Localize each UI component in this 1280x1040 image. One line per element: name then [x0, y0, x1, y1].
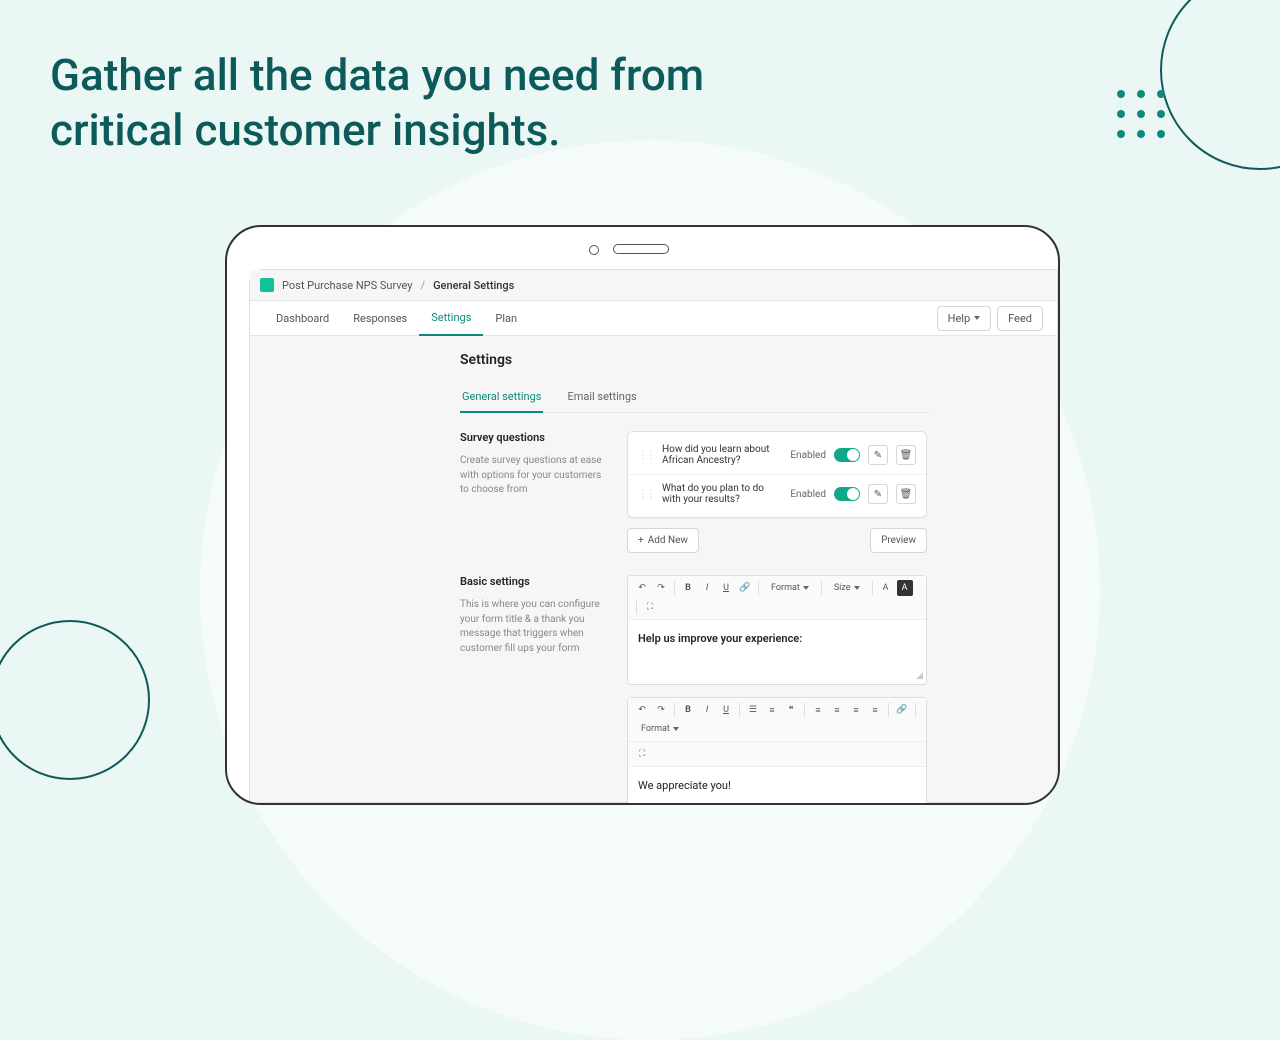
form-title-input[interactable]: Help us improve your experience: — [628, 620, 926, 671]
camera-icon — [589, 245, 599, 255]
format-select[interactable]: Format — [764, 580, 816, 596]
trash-icon: 🗑 — [900, 450, 913, 461]
plus-icon: + — [638, 535, 644, 546]
italic-icon[interactable]: I — [699, 702, 715, 718]
form-title-editor[interactable]: ↶ ↷ B I U 🔗 Format Size A — [627, 575, 927, 685]
bold-icon[interactable]: B — [680, 580, 696, 596]
expand-icon[interactable]: ⛶ — [642, 599, 658, 615]
drag-handle-icon[interactable]: ⋮⋮ — [638, 450, 654, 461]
trash-icon: 🗑 — [900, 489, 913, 500]
enable-toggle[interactable] — [834, 448, 860, 462]
align-left-icon[interactable]: ≡ — [810, 702, 826, 718]
settings-content: Settings General settings Email settings… — [250, 336, 1057, 805]
bold-icon[interactable]: B — [680, 702, 696, 718]
tab-settings[interactable]: Settings — [419, 301, 483, 336]
basic-settings-title: Basic settings — [460, 575, 605, 588]
survey-questions-title: Survey questions — [460, 431, 605, 444]
edit-button[interactable]: ✎ — [868, 445, 888, 465]
redo-icon[interactable]: ↷ — [653, 702, 669, 718]
question-status: Enabled — [790, 489, 826, 500]
breadcrumb: Post Purchase NPS Survey / General Setti… — [250, 270, 1057, 301]
speaker-icon — [613, 244, 669, 254]
delete-button[interactable]: 🗑 — [896, 445, 916, 465]
pencil-icon: ✎ — [874, 489, 882, 500]
question-row: ⋮⋮ What do you plan to do with your resu… — [628, 474, 926, 513]
decorative-arc-bottom-left — [0, 620, 150, 780]
survey-questions-desc: Create survey questions at ease with opt… — [460, 454, 605, 498]
pencil-icon: ✎ — [874, 450, 882, 461]
align-justify-icon[interactable]: ≡ — [867, 702, 883, 718]
breadcrumb-app[interactable]: Post Purchase NPS Survey — [282, 279, 413, 292]
add-new-button[interactable]: + Add New — [627, 528, 699, 553]
text-color-icon[interactable]: A — [878, 580, 894, 596]
page-title: Settings — [460, 352, 1057, 368]
drag-handle-icon[interactable]: ⋮⋮ — [638, 489, 654, 500]
bg-color-icon[interactable]: A — [897, 580, 913, 596]
thankyou-editor[interactable]: ↶ ↷ B I U ☰ ≡ ❝ ≡ ≡ — [627, 697, 927, 805]
tab-responses[interactable]: Responses — [341, 302, 419, 335]
basic-settings-desc: This is where you can configure your for… — [460, 598, 605, 656]
main-tabs: Dashboard Responses Settings Plan Help F… — [250, 301, 1057, 336]
editor-toolbar: ↶ ↷ B I U 🔗 Format Size A — [628, 576, 926, 620]
preview-button[interactable]: Preview — [870, 528, 927, 553]
align-center-icon[interactable]: ≡ — [829, 702, 845, 718]
decorative-dots — [1117, 90, 1165, 138]
question-list: ⋮⋮ How did you learn about African Ances… — [627, 431, 927, 518]
ordered-list-icon[interactable]: ☰ — [745, 702, 761, 718]
align-right-icon[interactable]: ≡ — [848, 702, 864, 718]
resize-grip-icon[interactable]: ◢ — [628, 671, 926, 684]
link-icon[interactable]: 🔗 — [737, 580, 753, 596]
unordered-list-icon[interactable]: ≡ — [764, 702, 780, 718]
breadcrumb-current: General Settings — [433, 279, 514, 292]
expand-icon[interactable]: ⛶ — [634, 746, 650, 762]
device-frame: Post Purchase NPS Survey / General Setti… — [225, 225, 1060, 805]
marketing-headline: Gather all the data you need fromcritica… — [50, 48, 704, 158]
tab-plan[interactable]: Plan — [483, 302, 529, 335]
survey-questions-section: Survey questions Create survey questions… — [460, 431, 1057, 553]
help-label: Help — [948, 312, 971, 325]
tab-dashboard[interactable]: Dashboard — [264, 302, 341, 335]
decorative-arc-top-right — [1160, 0, 1280, 170]
subtab-general[interactable]: General settings — [460, 382, 543, 413]
underline-icon[interactable]: U — [718, 580, 734, 596]
question-status: Enabled — [790, 450, 826, 461]
question-text: What do you plan to do with your results… — [662, 483, 782, 505]
app-window: Post Purchase NPS Survey / General Setti… — [249, 269, 1058, 803]
feedback-button[interactable]: Feed — [997, 306, 1043, 331]
delete-button[interactable]: 🗑 — [896, 484, 916, 504]
settings-subtabs: General settings Email settings — [460, 382, 930, 413]
editor-toolbar-row2: ⛶ — [628, 742, 926, 767]
subtab-email[interactable]: Email settings — [565, 382, 638, 412]
underline-icon[interactable]: U — [718, 702, 734, 718]
chevron-down-icon — [974, 316, 980, 320]
question-text: How did you learn about African Ancestry… — [662, 444, 782, 466]
link-icon[interactable]: 🔗 — [894, 702, 910, 718]
app-logo-icon — [260, 278, 274, 292]
size-select[interactable]: Size — [827, 580, 867, 596]
breadcrumb-separator: / — [421, 279, 426, 292]
italic-icon[interactable]: I — [699, 580, 715, 596]
enable-toggle[interactable] — [834, 487, 860, 501]
add-new-label: Add New — [648, 535, 688, 546]
thankyou-input[interactable]: We appreciate you! — [628, 767, 926, 805]
editor-toolbar: ↶ ↷ B I U ☰ ≡ ❝ ≡ ≡ — [628, 698, 926, 742]
format-select[interactable]: Format — [634, 721, 686, 737]
undo-icon[interactable]: ↶ — [634, 702, 650, 718]
basic-settings-section: Basic settings This is where you can con… — [460, 575, 1057, 805]
edit-button[interactable]: ✎ — [868, 484, 888, 504]
undo-icon[interactable]: ↶ — [634, 580, 650, 596]
redo-icon[interactable]: ↷ — [653, 580, 669, 596]
help-button[interactable]: Help — [937, 306, 992, 331]
quote-icon[interactable]: ❝ — [783, 702, 799, 718]
question-row: ⋮⋮ How did you learn about African Ances… — [628, 436, 926, 474]
